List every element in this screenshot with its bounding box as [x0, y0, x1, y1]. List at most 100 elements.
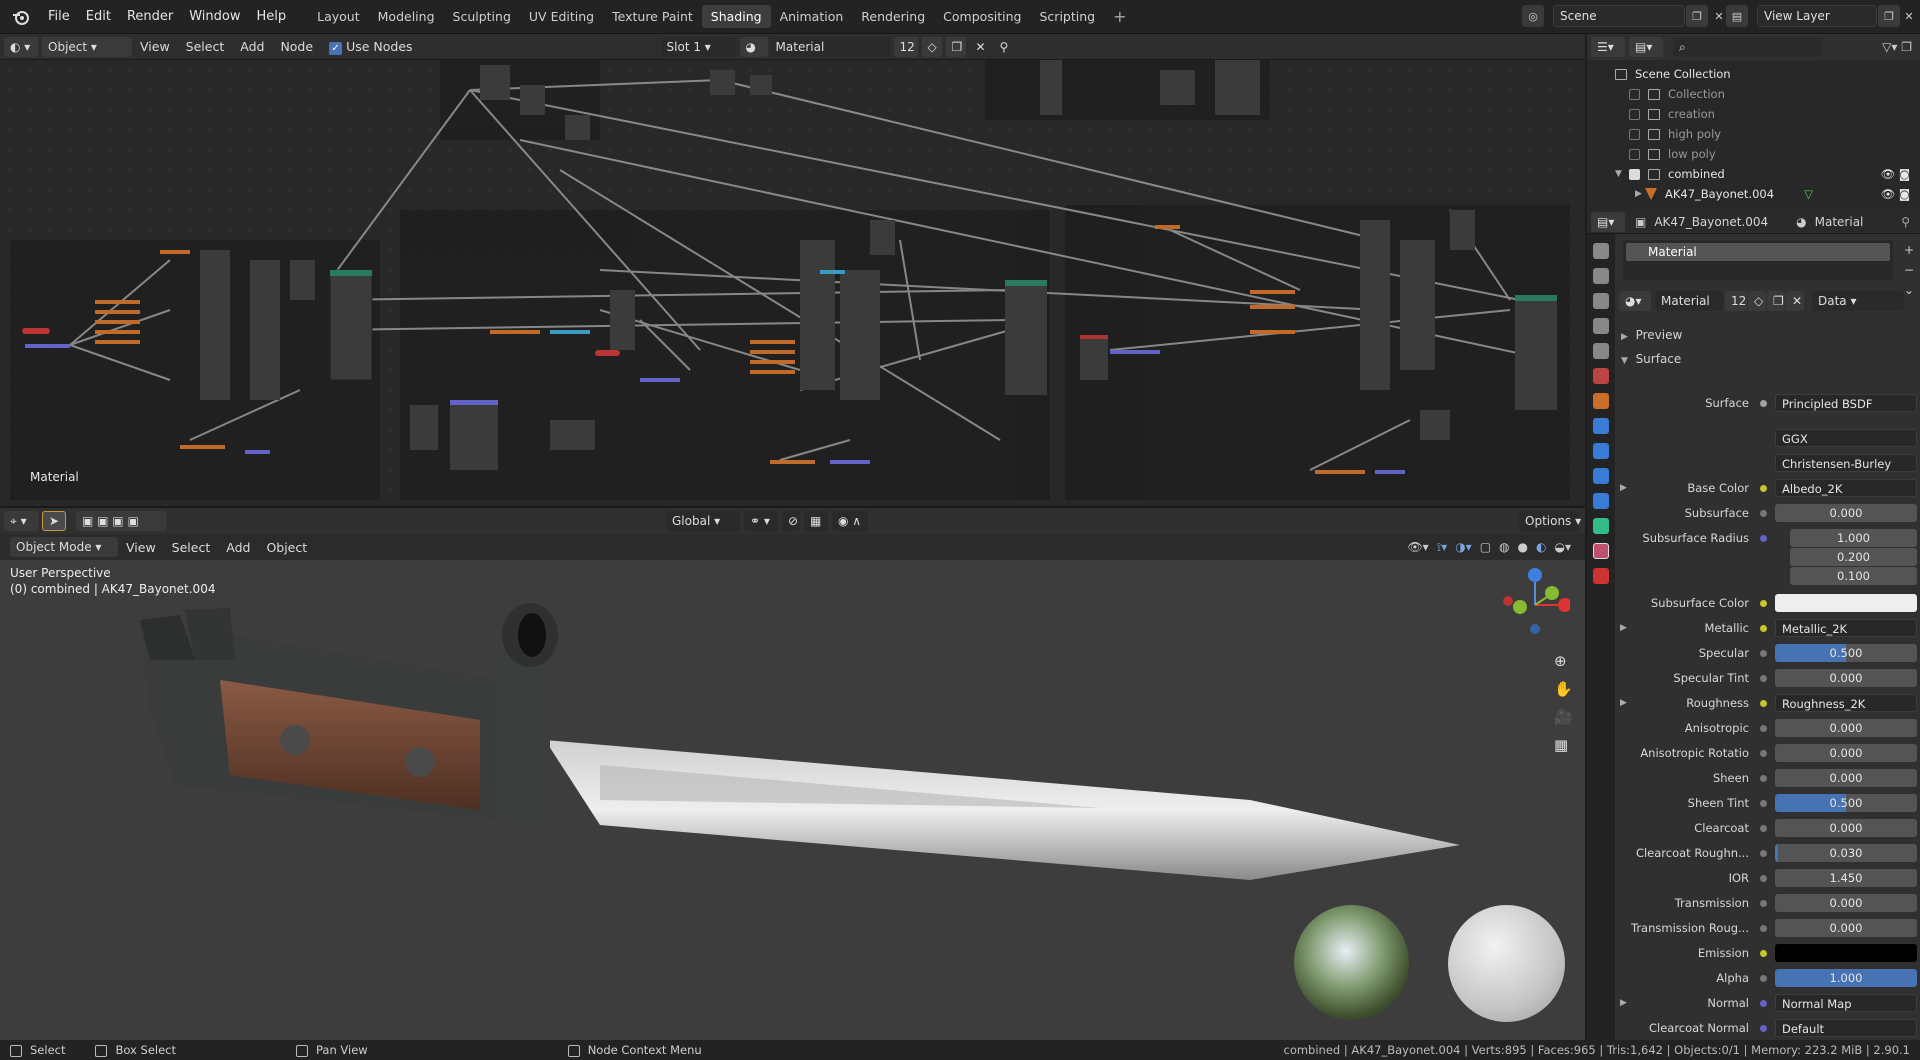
property-value-field[interactable]: 0.000 [1775, 744, 1917, 762]
options-dropdown[interactable]: Options ▾ [1519, 511, 1581, 531]
socket-icon[interactable] [1760, 749, 1767, 757]
eye-camera-icons[interactable]: 👁 ◙ [1881, 187, 1910, 201]
tab-scripting[interactable]: Scripting [1031, 5, 1105, 28]
property-value-field[interactable]: 0.200 [1790, 548, 1917, 566]
material-users-count[interactable]: 12 [893, 36, 918, 57]
property-value-field[interactable]: 0.000 [1775, 669, 1917, 687]
exclude-checkbox[interactable] [1629, 168, 1640, 180]
pin-icon[interactable]: ⚲ [994, 37, 1014, 57]
viewport-menu-object[interactable]: Object [258, 540, 315, 555]
property-value-field[interactable]: 0.030 [1775, 844, 1917, 862]
exclude-checkbox[interactable] [1629, 148, 1640, 160]
expand-arrow-icon[interactable]: ▶ [1620, 998, 1627, 1008]
socket-icon[interactable] [1760, 599, 1767, 607]
viewport-menu-add[interactable]: Add [218, 540, 258, 555]
socket-icon[interactable] [1760, 534, 1767, 542]
socket-icon[interactable] [1760, 624, 1767, 632]
expand-arrow-icon[interactable]: ▶ [1620, 483, 1627, 493]
tab-uv-editing[interactable]: UV Editing [520, 5, 603, 28]
socket-icon[interactable] [1760, 849, 1767, 857]
snap-target-icon[interactable]: ▦ [804, 511, 828, 531]
outliner-row[interactable]: low poly [1615, 144, 1920, 164]
material-browse-icon[interactable]: ◕ [739, 36, 768, 57]
property-link-field[interactable]: Albedo_2K [1775, 479, 1917, 497]
socket-icon[interactable] [1760, 774, 1767, 782]
socket-icon[interactable] [1760, 924, 1767, 932]
outliner-editor-type-icon[interactable]: ☰▾ [1591, 37, 1625, 57]
property-value-field[interactable]: 0.000 [1775, 769, 1917, 787]
material-users-count[interactable]: 12 [1725, 291, 1747, 311]
view-layer-browse-icon[interactable]: ▤ [1726, 5, 1748, 27]
duplicate-icon[interactable]: ❐ [1767, 291, 1785, 311]
material-tab-icon[interactable] [1593, 543, 1609, 559]
wireframe-shading-icon[interactable]: ◍ [1499, 540, 1509, 555]
property-value-field[interactable]: 0.500 [1775, 794, 1917, 812]
viewport-menu-view[interactable]: View [118, 540, 164, 555]
render-tab-icon[interactable] [1593, 268, 1609, 284]
new-scene-icon[interactable]: ❐ [1686, 5, 1708, 27]
outliner-row[interactable]: Collection [1615, 84, 1920, 104]
material-name-field[interactable]: Material [769, 36, 890, 57]
expand-arrow-icon[interactable]: ▶ [1620, 623, 1627, 633]
tab-sculpting[interactable]: Sculpting [444, 5, 520, 28]
editor-type-icon[interactable]: ◐ ▾ [4, 36, 38, 57]
output-tab-icon[interactable] [1593, 293, 1609, 309]
scene-field[interactable]: Scene [1553, 5, 1685, 27]
delete-view-layer-icon[interactable]: ✕ [1898, 5, 1920, 27]
socket-icon[interactable] [1760, 724, 1767, 732]
tool-tab-icon[interactable] [1593, 243, 1609, 259]
snap-icon[interactable]: ⊘ [782, 511, 800, 531]
outliner-row-object[interactable]: ▶ AK47_Bayonet.004 ▽ 👁 ◙ [1615, 184, 1920, 204]
property-value-field[interactable]: 1.000 [1775, 969, 1917, 987]
node-menu-select[interactable]: Select [178, 39, 233, 54]
particles-tab-icon[interactable] [1593, 443, 1609, 459]
properties-editor-type-icon[interactable]: ▤▾ [1591, 211, 1625, 232]
property-value-field[interactable] [1775, 594, 1917, 612]
material-slot-item[interactable]: Material [1626, 243, 1890, 261]
property-link-field[interactable]: Default [1775, 1019, 1917, 1037]
slot-dropdown[interactable]: Slot 1 ▾ [660, 36, 736, 57]
zoom-icon[interactable]: ⊕ [1554, 652, 1573, 670]
data-tab-icon[interactable] [1593, 518, 1609, 534]
solid-shading-icon[interactable]: ● [1518, 540, 1528, 555]
pan-hand-icon[interactable]: ✋ [1554, 680, 1573, 698]
socket-icon[interactable] [1760, 509, 1767, 517]
view-layer-field[interactable]: View Layer [1757, 5, 1877, 27]
property-link-field[interactable]: Normal Map [1775, 994, 1917, 1012]
socket-icon[interactable] [1760, 999, 1767, 1007]
tab-rendering[interactable]: Rendering [852, 5, 934, 28]
texture-tab-icon[interactable] [1593, 568, 1609, 584]
link-dropdown[interactable]: Data ▾ [1812, 291, 1904, 311]
unlink-icon[interactable]: ✕ [1786, 291, 1804, 311]
socket-icon[interactable] [1760, 699, 1767, 707]
exclude-checkbox[interactable] [1629, 128, 1640, 140]
object-type-dropdown[interactable]: Object ▾ [42, 36, 132, 57]
socket-icon[interactable] [1760, 674, 1767, 682]
property-link-field[interactable]: Metallic_2K [1775, 619, 1917, 637]
display-mode-icon[interactable]: ▤▾ [1629, 37, 1663, 57]
expand-arrow-icon[interactable]: ▼ [1615, 169, 1629, 179]
viewport-menu-select[interactable]: Select [164, 540, 219, 555]
property-value-field[interactable]: 0.000 [1775, 504, 1917, 522]
tab-animation[interactable]: Animation [771, 5, 853, 28]
surface-panel-header[interactable]: ▼ Surface [1615, 348, 1920, 370]
exclude-checkbox[interactable] [1629, 108, 1640, 120]
socket-icon[interactable] [1760, 399, 1767, 407]
outliner-search-input[interactable]: ⌕ [1673, 37, 1823, 57]
proportional-editing-icon[interactable]: ◉ ∧ [832, 511, 868, 531]
new-view-layer-icon[interactable]: ❐ [1878, 5, 1900, 27]
socket-icon[interactable] [1760, 949, 1767, 957]
object-tab-icon[interactable] [1593, 393, 1609, 409]
property-value-field[interactable]: 1.450 [1775, 869, 1917, 887]
property-value-field[interactable]: 0.500 [1775, 644, 1917, 662]
blender-logo-icon[interactable] [8, 4, 34, 30]
object-mode-dropdown[interactable]: Object Mode ▾ [10, 537, 118, 557]
selection-mode-icons[interactable]: ▣ ▣ ▣ ▣ [76, 511, 166, 531]
socket-icon[interactable] [1760, 899, 1767, 907]
property-value-field[interactable]: 1.000 [1790, 529, 1917, 547]
menu-help[interactable]: Help [249, 5, 295, 28]
scene-tab-icon[interactable] [1593, 343, 1609, 359]
duplicate-material-icon[interactable]: ❐ [945, 36, 966, 57]
node-menu-node[interactable]: Node [272, 39, 321, 54]
tab-texture-paint[interactable]: Texture Paint [603, 5, 702, 28]
